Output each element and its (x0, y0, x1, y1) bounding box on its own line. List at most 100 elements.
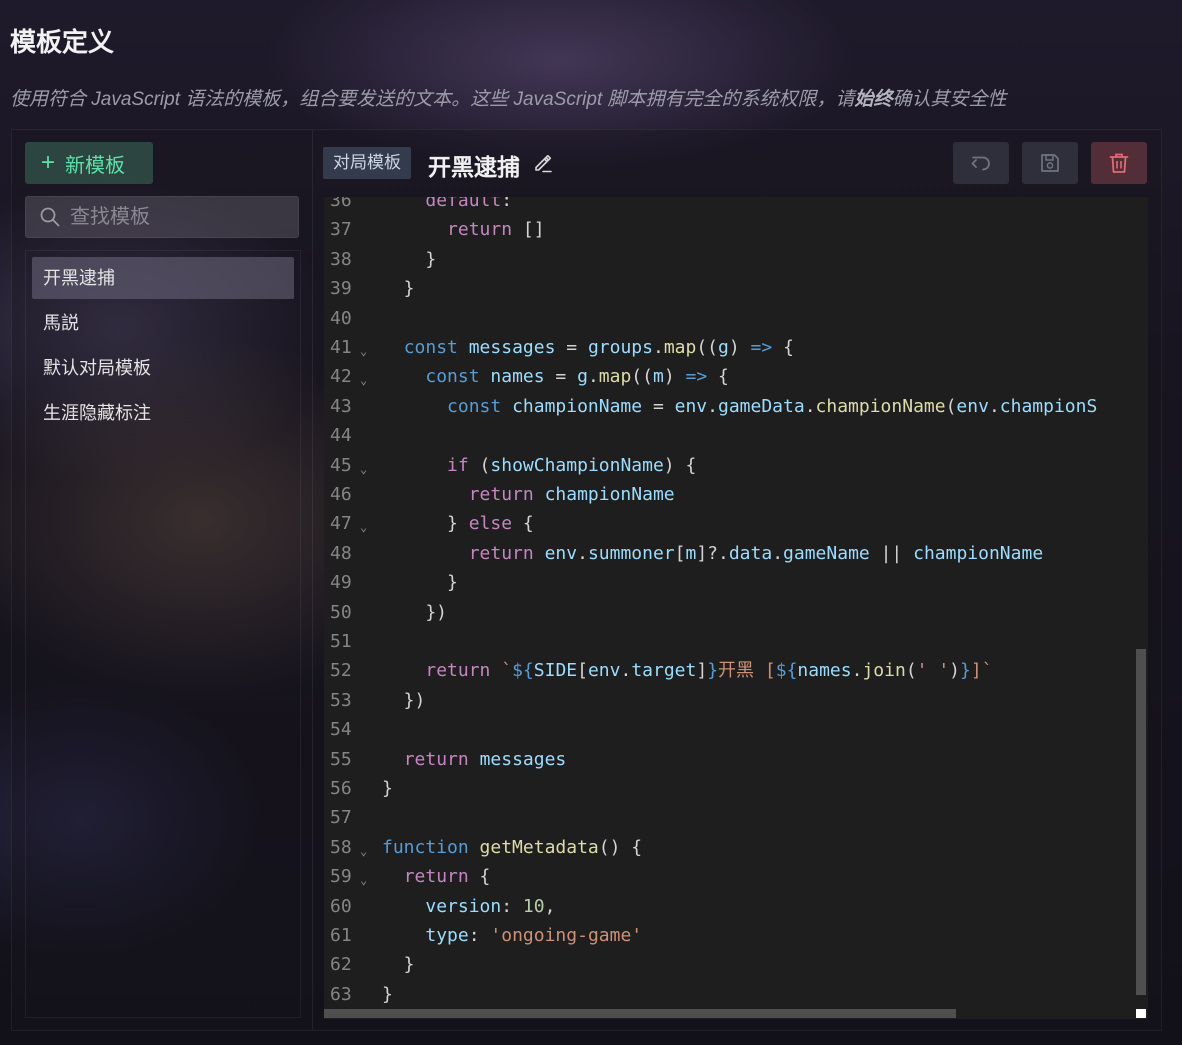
code-line: 49 } (324, 568, 1136, 597)
line-number: 36 (330, 197, 352, 211)
code-line: 39 } (324, 274, 1136, 303)
code-text: } (382, 778, 393, 799)
line-number: 56 (330, 778, 352, 799)
code-text: return `${SIDE[env.target]}开黑 [${names.j… (425, 660, 993, 682)
page-description-text: 使用符合 JavaScript 语法的模板，组合要发送的文本。这些 JavaSc… (10, 89, 855, 110)
new-template-label: 新模板 (65, 154, 126, 177)
code-line: 47 ⌄ } else { (324, 509, 1136, 538)
line-number: 57 (330, 807, 352, 829)
code-text: } (382, 278, 415, 300)
template-search (25, 196, 299, 238)
vertical-scrollbar[interactable] (1136, 649, 1146, 995)
line-number: 51 (330, 631, 352, 652)
fold-chevron-icon[interactable]: ⌄ (360, 337, 367, 362)
code-text: } (382, 572, 458, 594)
code-line: 38 } (324, 245, 1136, 274)
code-line: 40 (324, 304, 1136, 333)
template-list: 开黑逮捕 馬説 默认对局模板 生涯隐藏标注 (25, 250, 301, 1018)
page-title: 模板定义 (10, 27, 115, 57)
template-type-tag: 对局模板 (323, 147, 411, 179)
code-line: 61 type: 'ongoing-game' (324, 921, 1136, 950)
code-line: 46 return championName (324, 480, 1136, 509)
code-line: 57 (324, 803, 1136, 832)
code-text: } (382, 983, 393, 1005)
code-line: 59 ⌄ return { (324, 862, 1136, 891)
line-number: 46 (330, 484, 352, 505)
edit-name-icon[interactable] (532, 151, 554, 178)
delete-button[interactable] (1091, 142, 1147, 184)
code-line: 56} (324, 774, 1136, 803)
template-panel: + 新模板 开黑逮捕馬説默认对局模板生涯隐藏标注 对局模板 开黑逮捕 (11, 129, 1162, 1031)
fold-chevron-icon[interactable]: ⌄ (360, 366, 367, 391)
code-line: 54 (324, 715, 1136, 744)
scrollbar-corner (1136, 1009, 1146, 1018)
code-text: return championName (468, 484, 675, 505)
line-number: 58 (330, 836, 352, 858)
code-text: }) (382, 689, 426, 711)
code-text: return [] (447, 219, 545, 241)
line-number: 49 (330, 572, 352, 594)
editor-area: 对局模板 开黑逮捕 63} 62} 61 type: 'ongoing-ga… (323, 130, 1161, 1030)
line-number: 62 (330, 954, 352, 976)
line-number: 60 (330, 895, 352, 917)
search-input[interactable] (68, 204, 292, 230)
page-description-text-end: 确认其安全性 (892, 89, 1007, 110)
undo-button[interactable] (953, 142, 1009, 184)
template-list-item[interactable]: 生涯隐藏标注 (32, 392, 294, 434)
line-number: 37 (330, 219, 352, 241)
code-text: } (382, 248, 437, 270)
code-line: 58 ⌄ function getMetadata() { (324, 833, 1136, 862)
code-text: return env.summoner[m]?.data.gameName ||… (468, 542, 1044, 564)
undo-icon (971, 156, 990, 171)
plus-icon: + (41, 149, 56, 176)
line-number: 39 (330, 278, 352, 300)
code-text: default: (425, 197, 513, 211)
line-number: 44 (330, 425, 352, 447)
fold-chevron-icon[interactable]: ⌄ (360, 513, 367, 538)
code-line: 62 } (324, 950, 1136, 979)
code-text: } (382, 954, 415, 976)
code-text: function getMetadata() { (382, 836, 643, 858)
code-line: 48 return env.summoner[m]?.data.gameName… (324, 539, 1136, 568)
line-number: 45 (330, 454, 352, 476)
line-number: 50 (330, 601, 352, 623)
code-text: version: 10, (425, 895, 556, 917)
fold-chevron-icon[interactable]: ⌄ (360, 455, 367, 480)
save-button[interactable] (1022, 142, 1078, 184)
code-line: 51 (324, 627, 1136, 656)
code-line: 37 return [] (324, 215, 1136, 244)
page-description-emphasis: 始终 (854, 89, 893, 110)
new-template-button[interactable]: + 新模板 (25, 142, 153, 184)
trash-icon (1109, 153, 1129, 173)
line-number: 40 (330, 307, 352, 329)
template-list-item[interactable]: 默认对局模板 (32, 347, 294, 389)
line-number: 42 (330, 366, 352, 388)
code-text: }) (382, 601, 448, 623)
template-list-item[interactable]: 馬説 (32, 302, 294, 344)
code-line: 43 const championName = env.gameData.cha… (324, 392, 1136, 421)
line-number: 63 (330, 983, 352, 1005)
line-number: 38 (330, 248, 352, 270)
code-line: 42 ⌄ const names = g.map((m) => { (324, 362, 1136, 391)
code-line: 41 ⌄ const messages = groups.map((g) => { (324, 333, 1136, 362)
code-line: 60 version: 10, (324, 892, 1136, 921)
line-number: 55 (330, 748, 352, 770)
code-text: return { (403, 866, 491, 888)
template-list-item[interactable]: 开黑逮捕 (32, 257, 294, 299)
code-text: const messages = groups.map((g) => { (403, 337, 794, 358)
fold-chevron-icon[interactable]: ⌄ (360, 866, 367, 891)
template-sidebar: + 新模板 开黑逮捕馬説默认对局模板生涯隐藏标注 (12, 130, 313, 1030)
horizontal-scrollbar[interactable] (324, 1009, 956, 1018)
code-text: return messages (403, 748, 567, 770)
search-icon (40, 207, 60, 227)
line-number: 52 (330, 660, 352, 682)
template-name: 开黑逮捕 (428, 154, 520, 180)
code-line: 36 default: (324, 197, 1136, 215)
fold-chevron-icon[interactable]: ⌄ (360, 837, 367, 862)
page-description: 使用符合 JavaScript 语法的模板，组合要发送的文本。这些 JavaSc… (10, 84, 1007, 111)
code-line: 50 }) (324, 598, 1136, 627)
code-text: type: 'ongoing-game' (425, 925, 643, 946)
code-line: 45 ⌄ if (showChampionName) { (324, 451, 1136, 480)
line-number: 43 (330, 395, 352, 417)
code-editor[interactable]: 63} 62 } 61 type: 'ongoing-game' 60 version… (324, 197, 1148, 1019)
